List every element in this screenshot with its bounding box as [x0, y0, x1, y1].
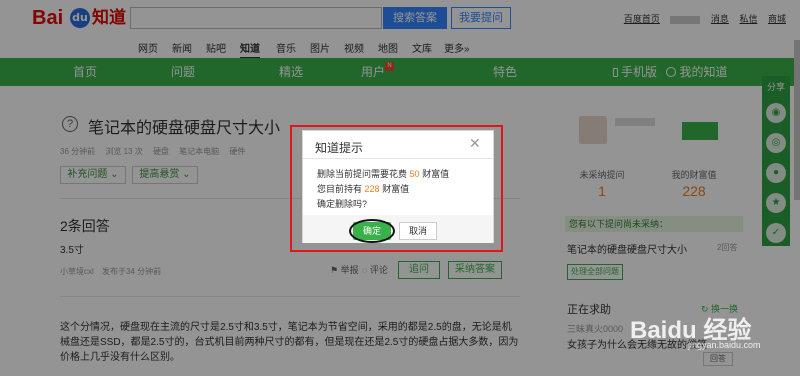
highlight-circle	[349, 219, 395, 243]
balance-unit: 财富值	[382, 184, 410, 194]
dialog-cost-line: 删除当前提问需要花费 50 财富值	[317, 167, 449, 180]
cost-text: 删除当前提问需要花费	[317, 169, 408, 179]
dialog-title: 知道提示	[315, 141, 364, 155]
cancel-button[interactable]: 取消	[399, 222, 437, 240]
balance-value: 228	[364, 184, 380, 194]
close-icon[interactable]: ✕	[469, 135, 481, 152]
dialog-balance-line: 您目前持有 228 财富值	[317, 182, 409, 195]
dialog-confirm-text: 确定删除吗?	[317, 199, 368, 209]
balance-text: 您目前持有	[317, 184, 363, 194]
confirm-dialog: 知道提示 ✕ 删除当前提问需要花费 50 财富值 您目前持有 228 财富值 确…	[302, 130, 494, 243]
dialog-divider	[303, 158, 493, 159]
cost-value: 50	[409, 169, 420, 179]
dialog-footer	[303, 215, 493, 243]
cost-unit: 财富值	[422, 169, 450, 179]
